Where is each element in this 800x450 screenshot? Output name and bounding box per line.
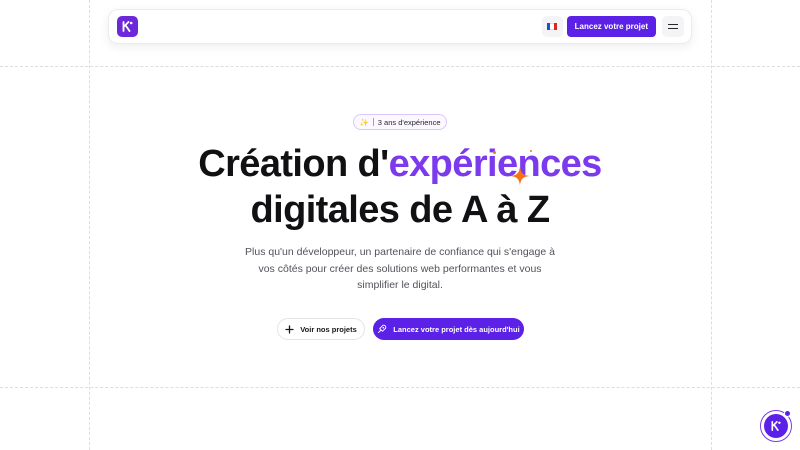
headline-part1: Création d' [198, 143, 389, 185]
guide-line-top [0, 66, 800, 67]
hero-headline: Création d'expériences digitales de A à … [0, 141, 800, 233]
sparkle-dot [530, 150, 532, 152]
hamburger-menu-icon[interactable] [662, 16, 684, 37]
sparkle-dot [493, 151, 496, 154]
plus-icon [285, 324, 294, 334]
rocket-icon [378, 324, 387, 333]
headline-line2: digitales de A à Z [250, 189, 551, 231]
view-projects-button[interactable]: Voir nos projets [277, 318, 365, 340]
fr-flag-icon [547, 23, 558, 30]
guide-line-bottom [0, 387, 800, 388]
badge-divider [372, 118, 374, 126]
language-switcher[interactable] [541, 16, 563, 37]
start-project-button[interactable]: Lancez votre projet dès aujourd'hui [373, 318, 524, 340]
navbar: Lancez votre projet [108, 9, 692, 44]
notification-dot [784, 410, 791, 417]
chat-avatar-icon [764, 414, 788, 438]
brand-logo-icon[interactable] [117, 16, 138, 37]
experience-badge: ✨ 3 ans d'expérience [353, 114, 447, 130]
start-project-label: Lancez votre projet dès aujourd'hui [393, 324, 520, 334]
sparkles-icon: ✨ [359, 117, 369, 127]
view-projects-label: Voir nos projets [300, 324, 357, 334]
sparkle-star-icon [510, 166, 530, 186]
nav-actions: Lancez votre projet [541, 16, 684, 37]
headline-accent: expériences [388, 143, 603, 185]
nav-cta-button[interactable]: Lancez votre projet [566, 16, 656, 37]
hero-subtitle: Plus qu'un développeur, un partenaire de… [245, 246, 555, 291]
badge-text: 3 ans d'expérience [377, 117, 441, 127]
